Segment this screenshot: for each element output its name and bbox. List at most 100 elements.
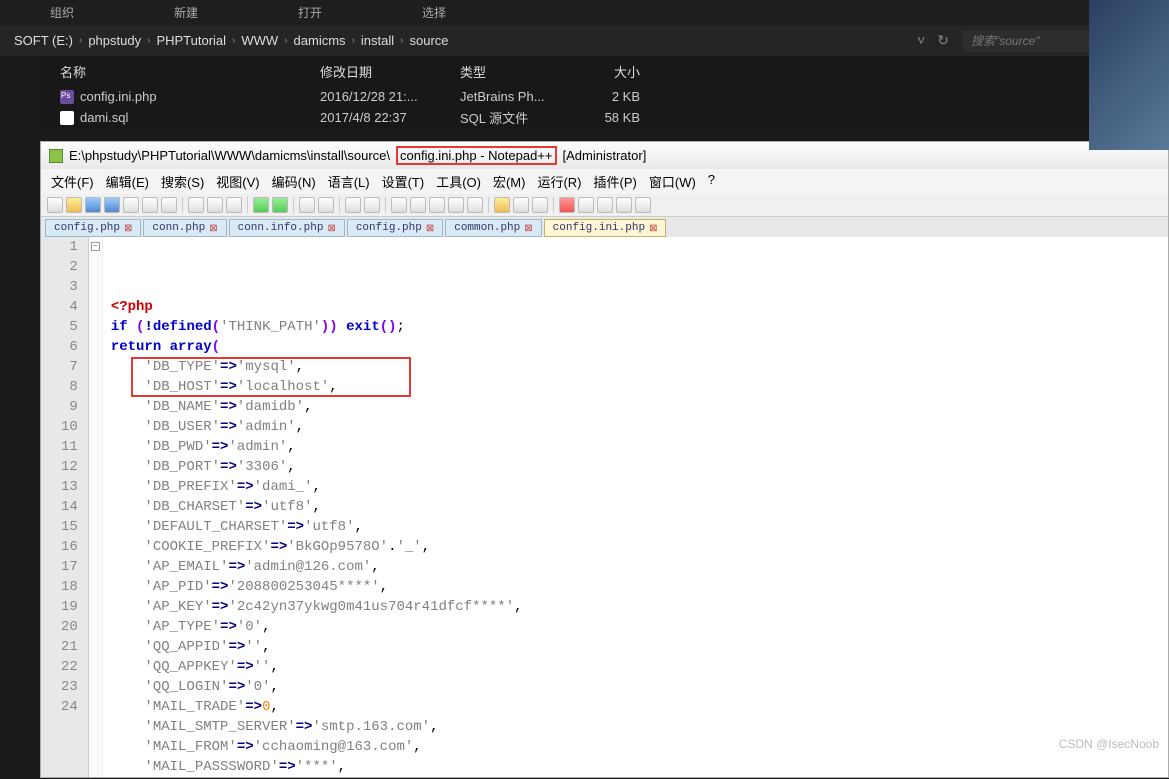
code-line[interactable]: if (!defined('THINK_PATH')) exit(); bbox=[111, 317, 523, 337]
ribbon-tab[interactable]: 新建 bbox=[174, 4, 198, 21]
code-content[interactable]: <?phpif (!defined('THINK_PATH')) exit();… bbox=[103, 237, 531, 777]
code-line[interactable]: 'DB_NAME'=>'damidb', bbox=[111, 397, 523, 417]
breadcrumb-segment[interactable]: PHPTutorial bbox=[156, 33, 226, 48]
paste-icon[interactable] bbox=[226, 197, 242, 213]
new-icon[interactable] bbox=[47, 197, 63, 213]
breadcrumb-segment[interactable]: phpstudy bbox=[88, 33, 141, 48]
menu-item[interactable]: 宏(M) bbox=[489, 172, 530, 191]
save-icon[interactable] bbox=[85, 197, 101, 213]
header-name[interactable]: 名称 bbox=[60, 62, 320, 81]
record-icon[interactable] bbox=[559, 197, 575, 213]
editor-tab[interactable]: config.ini.php⊠ bbox=[544, 219, 667, 237]
header-type[interactable]: 类型 bbox=[460, 62, 580, 81]
cut-icon[interactable] bbox=[188, 197, 204, 213]
ribbon-tab[interactable]: 组织 bbox=[50, 4, 74, 21]
tab-close-icon[interactable]: ⊠ bbox=[327, 223, 335, 234]
code-line[interactable]: return array( bbox=[111, 337, 523, 357]
editor-tab[interactable]: common.php⊠ bbox=[445, 219, 541, 237]
replace-icon[interactable] bbox=[318, 197, 334, 213]
save-all-icon[interactable] bbox=[104, 197, 120, 213]
redo-icon[interactable] bbox=[272, 197, 288, 213]
breadcrumb-segment[interactable]: WWW bbox=[241, 33, 278, 48]
tab-close-icon[interactable]: ⊠ bbox=[426, 223, 434, 234]
tab-close-icon[interactable]: ⊠ bbox=[209, 223, 217, 234]
header-date[interactable]: 修改日期 bbox=[320, 62, 460, 81]
save-macro-icon[interactable] bbox=[635, 197, 651, 213]
file-row[interactable]: config.ini.php2016/12/28 21:...JetBrains… bbox=[40, 87, 1169, 106]
tab-close-icon[interactable]: ⊠ bbox=[649, 223, 657, 234]
play-icon[interactable] bbox=[597, 197, 613, 213]
menu-item[interactable]: 语言(L) bbox=[324, 172, 374, 191]
close-all-icon[interactable] bbox=[142, 197, 158, 213]
print-icon[interactable] bbox=[161, 197, 177, 213]
column-headers[interactable]: 名称 修改日期 类型 大小 bbox=[40, 56, 1169, 87]
breadcrumb-segment[interactable]: damicms bbox=[294, 33, 346, 48]
breadcrumb-segment[interactable]: SOFT (E:) bbox=[14, 33, 73, 48]
menu-item[interactable]: 编辑(E) bbox=[102, 172, 153, 191]
code-line[interactable]: 'QQ_APPKEY'=>'', bbox=[111, 657, 523, 677]
code-line[interactable]: <?php bbox=[111, 297, 523, 317]
refresh-icon[interactable]: ↻ bbox=[937, 32, 949, 49]
code-line[interactable]: 'DB_PWD'=>'admin', bbox=[111, 437, 523, 457]
code-line[interactable]: 'DB_CHARSET'=>'utf8', bbox=[111, 497, 523, 517]
open-icon[interactable] bbox=[66, 197, 82, 213]
menu-item[interactable]: 搜索(S) bbox=[157, 172, 208, 191]
code-line[interactable]: 'DB_PORT'=>'3306', bbox=[111, 457, 523, 477]
stop-icon[interactable] bbox=[578, 197, 594, 213]
wrap-icon[interactable] bbox=[429, 197, 445, 213]
zoom-out-icon[interactable] bbox=[364, 197, 380, 213]
code-line[interactable]: 'DEFAULT_CHARSET'=>'utf8', bbox=[111, 517, 523, 537]
code-line[interactable]: 'AP_KEY'=>'2c42yn37ykwg0m41us704r41dfcf*… bbox=[111, 597, 523, 617]
play-multi-icon[interactable] bbox=[616, 197, 632, 213]
code-line[interactable]: 'AP_TYPE'=>'0', bbox=[111, 617, 523, 637]
ribbon-tab[interactable]: 打开 bbox=[298, 4, 322, 21]
breadcrumb-segment[interactable]: source bbox=[410, 33, 449, 48]
file-row[interactable]: dami.sql2017/4/8 22:37SQL 源文件58 KB bbox=[40, 106, 1169, 129]
editor-tab[interactable]: config.php⊠ bbox=[347, 219, 443, 237]
breadcrumb[interactable]: SOFT (E:)›phpstudy›PHPTutorial›WWW›damic… bbox=[6, 29, 903, 52]
func-list-icon[interactable] bbox=[532, 197, 548, 213]
ribbon-tab[interactable]: 选择 bbox=[422, 4, 446, 21]
editor-tab[interactable]: conn.php⊠ bbox=[143, 219, 226, 237]
menu-item[interactable]: 文件(F) bbox=[47, 172, 98, 191]
code-line[interactable]: 'QQ_LOGIN'=>'0', bbox=[111, 677, 523, 697]
code-line[interactable]: 'DB_USER'=>'admin', bbox=[111, 417, 523, 437]
code-line[interactable]: 'MAIL_TRADE'=>0, bbox=[111, 697, 523, 717]
header-size[interactable]: 大小 bbox=[580, 62, 640, 81]
dropdown-icon[interactable]: ˅ bbox=[917, 32, 925, 49]
sync-v-icon[interactable] bbox=[391, 197, 407, 213]
copy-icon[interactable] bbox=[207, 197, 223, 213]
menu-item[interactable]: 运行(R) bbox=[533, 172, 585, 191]
code-line[interactable]: 'MAIL_SMTP_SERVER'=>'smtp.163.com', bbox=[111, 717, 523, 737]
menu-item[interactable]: 窗口(W) bbox=[645, 172, 700, 191]
close-icon[interactable] bbox=[123, 197, 139, 213]
code-line[interactable]: 'COOKIE_PREFIX'=>'BkGOp9578O'.'_', bbox=[111, 537, 523, 557]
menu-item[interactable]: ? bbox=[704, 172, 719, 191]
sync-h-icon[interactable] bbox=[410, 197, 426, 213]
code-line[interactable]: 'DB_PREFIX'=>'dami_', bbox=[111, 477, 523, 497]
show-all-icon[interactable] bbox=[448, 197, 464, 213]
undo-icon[interactable] bbox=[253, 197, 269, 213]
menu-item[interactable]: 视图(V) bbox=[212, 172, 263, 191]
indent-guide-icon[interactable] bbox=[467, 197, 483, 213]
folder-icon[interactable] bbox=[494, 197, 510, 213]
doc-map-icon[interactable] bbox=[513, 197, 529, 213]
fold-margin[interactable]: − bbox=[89, 237, 103, 777]
tab-close-icon[interactable]: ⊠ bbox=[124, 223, 132, 234]
code-line[interactable]: 'AP_EMAIL'=>'admin@126.com', bbox=[111, 557, 523, 577]
tab-close-icon[interactable]: ⊠ bbox=[524, 223, 532, 234]
find-icon[interactable] bbox=[299, 197, 315, 213]
code-line[interactable]: 'QQ_APPID'=>'', bbox=[111, 637, 523, 657]
zoom-in-icon[interactable] bbox=[345, 197, 361, 213]
editor-tab[interactable]: config.php⊠ bbox=[45, 219, 141, 237]
editor-tab[interactable]: conn.info.php⊠ bbox=[229, 219, 345, 237]
code-line[interactable]: 'MAIL_FROM'=>'cchaoming@163.com', bbox=[111, 737, 523, 757]
editor-area[interactable]: 123456789101112131415161718192021222324 … bbox=[41, 237, 1168, 777]
menu-item[interactable]: 工具(O) bbox=[432, 172, 485, 191]
menu-item[interactable]: 插件(P) bbox=[590, 172, 641, 191]
menu-item[interactable]: 编码(N) bbox=[268, 172, 320, 191]
menu-item[interactable]: 设置(T) bbox=[378, 172, 429, 191]
breadcrumb-segment[interactable]: install bbox=[361, 33, 394, 48]
code-line[interactable]: 'AP_PID'=>'208800253045****', bbox=[111, 577, 523, 597]
code-line[interactable]: 'MAIL_PASSSWORD'=>'***', bbox=[111, 757, 523, 777]
